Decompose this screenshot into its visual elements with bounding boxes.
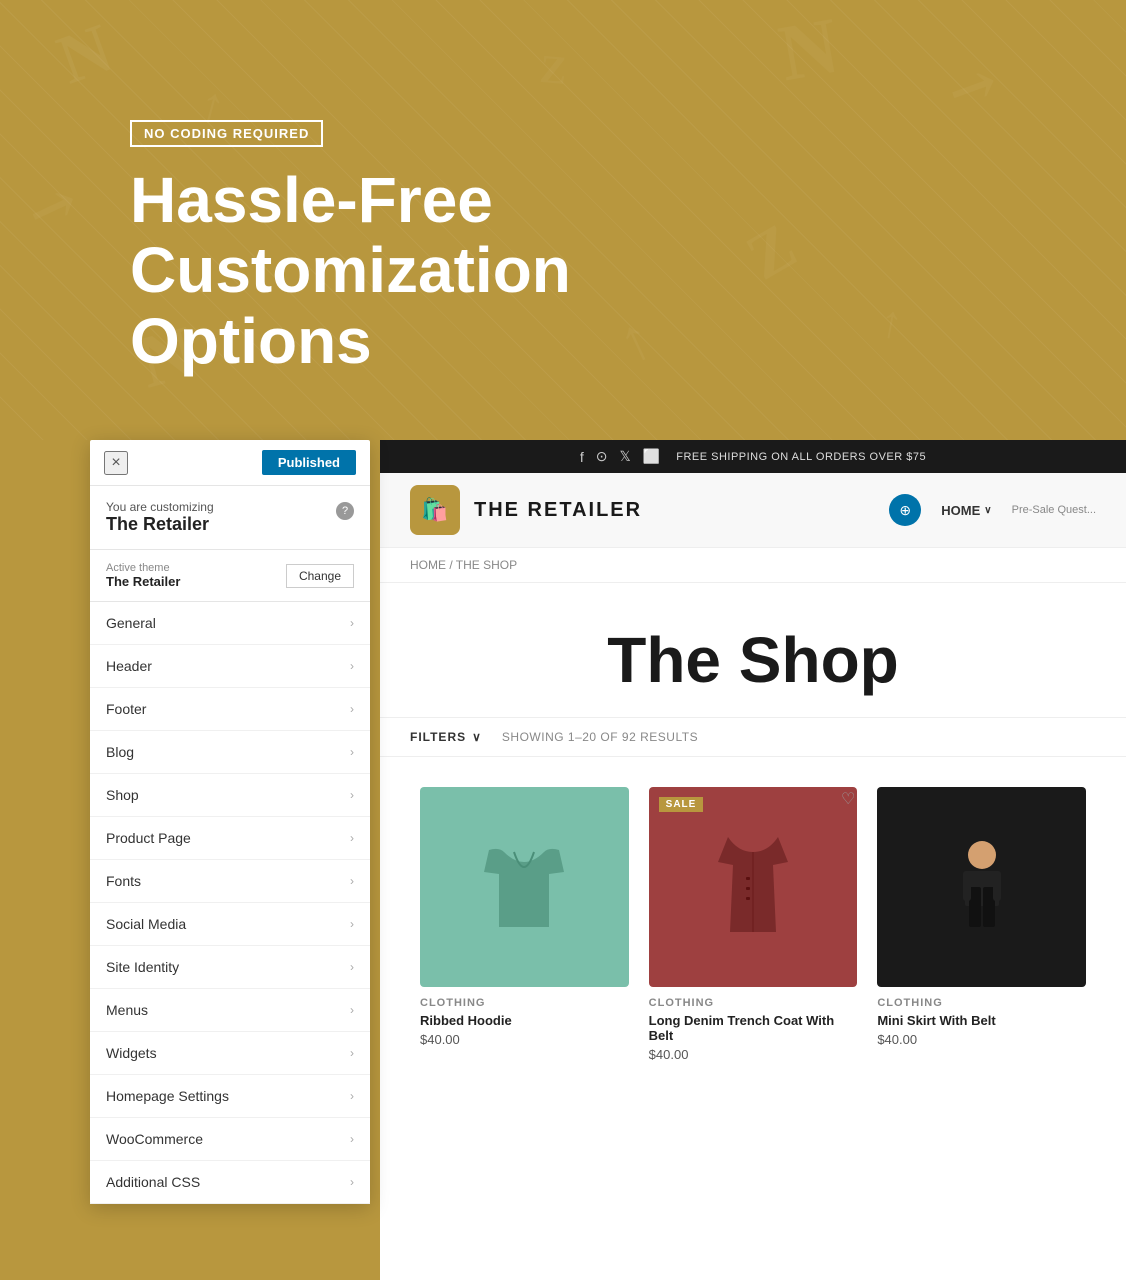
product-image [877,787,1086,987]
menu-item-site-identity[interactable]: Site Identity › [90,946,370,989]
menu-item-fonts[interactable]: Fonts › [90,860,370,903]
logo-icon: 🛍️ [410,485,460,535]
customizer-header: × Published [90,440,370,486]
chevron-icon: › [350,616,354,630]
chevron-icon: › [350,960,354,974]
menu-item-general[interactable]: General › [90,602,370,645]
menu-item-product-page[interactable]: Product Page › [90,817,370,860]
active-theme-section: Active theme The Retailer Change [90,550,370,602]
shop-title: The Shop [410,623,1096,697]
change-theme-button[interactable]: Change [286,564,354,588]
chevron-icon: › [350,1089,354,1103]
customizing-prefix: You are customizing [106,500,214,514]
product-card: SALE ♡ CLOTHING Long Denim Trench Coat W… [639,777,868,1072]
hero-content: NO CODING REQUIRED Hassle-Free Customiza… [130,120,830,376]
active-theme-name: The Retailer [106,574,180,589]
product-grid: CLOTHING Ribbed Hoodie $40.00 SALE ♡ [380,757,1126,1092]
chevron-icon: › [350,1175,354,1189]
product-name: Mini Skirt With Belt [877,1013,1086,1028]
product-price: $40.00 [420,1032,629,1047]
menu-item-footer[interactable]: Footer › [90,688,370,731]
hoodie-svg [484,842,564,932]
filters-bar: FILTERS ∨ SHOWING 1–20 OF 92 RESULTS [380,717,1126,757]
breadcrumb: HOME / THE SHOP [380,548,1126,583]
nav-icon: ⊕ [889,494,921,526]
store-preview: f ⊙ 𝕏 ⬜ FREE SHIPPING ON ALL ORDERS OVER… [380,440,1126,1280]
message-icon: ⊙ [596,448,608,465]
menu-item-additional-css[interactable]: Additional CSS › [90,1161,370,1204]
customizer-info: You are customizing The Retailer ? [90,486,370,550]
product-card: CLOTHING Mini Skirt With Belt $40.00 [867,777,1096,1072]
product-category: CLOTHING [420,997,629,1009]
product-card: CLOTHING Ribbed Hoodie $40.00 [410,777,639,1072]
menu-item-blog[interactable]: Blog › [90,731,370,774]
filters-chevron-icon: ∨ [472,730,482,744]
menu-item-shop[interactable]: Shop › [90,774,370,817]
product-price: $40.00 [877,1032,1086,1047]
chevron-icon: › [350,1003,354,1017]
home-chevron: ∨ [984,505,991,516]
instagram-icon: ⬜ [643,448,660,465]
store-nav: 🛍️ THE RETAILER ⊕ HOME ∨ Pre-Sale Quest.… [380,473,1126,548]
product-category: CLOTHING [649,997,858,1009]
hero-title: Hassle-Free Customization Options [130,165,830,376]
sale-badge: SALE [659,797,704,812]
no-coding-badge: NO CODING REQUIRED [130,120,323,147]
store-topbar: f ⊙ 𝕏 ⬜ FREE SHIPPING ON ALL ORDERS OVER… [380,440,1126,473]
menu-item-menus[interactable]: Menus › [90,989,370,1032]
chevron-icon: › [350,831,354,845]
product-price: $40.00 [649,1047,858,1062]
shop-title-area: The Shop [380,583,1126,717]
customizer-menu-list: General › Header › Footer › Blog › Shop … [90,602,370,1204]
chevron-icon: › [350,917,354,931]
product-image [649,787,858,987]
results-count: SHOWING 1–20 OF 92 RESULTS [502,730,698,744]
menu-item-widgets[interactable]: Widgets › [90,1032,370,1075]
store-nav-links: ⊕ HOME ∨ Pre-Sale Quest... [889,494,1096,526]
below-hero-area: × Published You are customizing The Reta… [0,440,1126,1280]
store-logo: 🛍️ THE RETAILER [410,485,642,535]
menu-item-woocommerce[interactable]: WooCommerce › [90,1118,370,1161]
chevron-icon: › [350,1046,354,1060]
menu-item-homepage-settings[interactable]: Homepage Settings › [90,1075,370,1118]
wishlist-icon[interactable]: ♡ [841,789,855,809]
active-theme-label: Active theme [106,562,180,574]
product-image [420,787,629,987]
social-icons: f ⊙ 𝕏 ⬜ [580,448,660,465]
chevron-icon: › [350,788,354,802]
hero-section: N ↑ N ↗ Z ↑ ↗ N Z ↑ NO CODING REQUIRED H… [0,0,1126,440]
product-name: Long Denim Trench Coat With Belt [649,1013,858,1043]
product-category: CLOTHING [877,997,1086,1009]
published-button[interactable]: Published [262,450,356,475]
close-button[interactable]: × [104,451,128,475]
person-svg [947,837,1017,937]
chevron-icon: › [350,659,354,673]
help-icon[interactable]: ? [336,502,354,520]
menu-item-header[interactable]: Header › [90,645,370,688]
chevron-icon: › [350,745,354,759]
presale-nav-link: Pre-Sale Quest... [1012,504,1096,516]
shipping-text: FREE SHIPPING ON ALL ORDERS OVER $75 [676,451,926,463]
chevron-icon: › [350,1132,354,1146]
customizing-theme-name: The Retailer [106,514,214,535]
product-name: Ribbed Hoodie [420,1013,629,1028]
customizer-panel: × Published You are customizing The Reta… [90,440,370,1204]
logo-text: THE RETAILER [474,499,642,522]
chevron-icon: › [350,702,354,716]
menu-item-social-media[interactable]: Social Media › [90,903,370,946]
home-nav-link[interactable]: HOME ∨ [941,503,991,518]
chevron-icon: › [350,874,354,888]
twitter-icon: 𝕏 [620,448,631,465]
filters-button[interactable]: FILTERS ∨ [410,730,482,744]
facebook-icon: f [580,449,584,465]
coat-svg [718,837,788,937]
